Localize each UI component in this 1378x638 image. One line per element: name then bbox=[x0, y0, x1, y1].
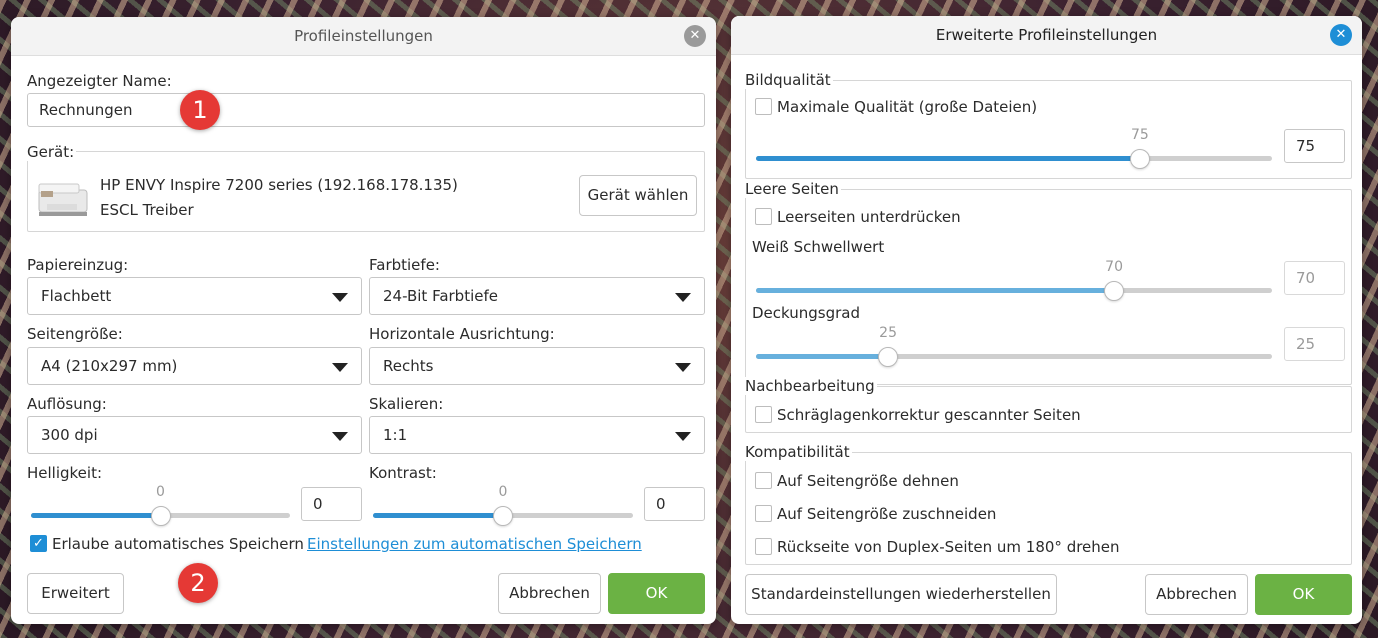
white-threshold-input[interactable]: 70 bbox=[1284, 261, 1345, 295]
contrast-slider-value: 0 bbox=[498, 484, 508, 500]
align-select-value: Rechts bbox=[383, 357, 434, 375]
chevron-down-icon bbox=[332, 432, 348, 441]
scale-label: Skalieren: bbox=[369, 395, 444, 413]
chevron-down-icon bbox=[675, 363, 691, 372]
close-icon[interactable]: ✕ bbox=[684, 25, 706, 47]
autosave-settings-link[interactable]: Einstellungen zum automatischen Speicher… bbox=[307, 535, 642, 553]
white-threshold-label: Weiß Schwellwert bbox=[752, 238, 885, 256]
device-label: Gerät: bbox=[25, 143, 77, 161]
suppress-blank-checkbox[interactable] bbox=[755, 208, 772, 225]
quality-slider-value: 75 bbox=[1130, 127, 1149, 143]
name-label: Angezeigter Name: bbox=[27, 72, 172, 90]
dialog-title: Profileinstellungen bbox=[294, 27, 433, 45]
brightness-label: Helligkeit: bbox=[27, 464, 103, 482]
paper-select-value: Flachbett bbox=[41, 287, 112, 305]
stretch-checkbox[interactable] bbox=[755, 472, 772, 489]
titlebar: Erweiterte Profileinstellungen ✕ bbox=[731, 16, 1362, 55]
align-label: Horizontale Ausrichtung: bbox=[369, 325, 555, 343]
resolution-select-value: 300 dpi bbox=[41, 426, 98, 444]
brightness-slider[interactable]: 0 bbox=[31, 484, 290, 526]
cancel-button[interactable]: Abbrechen bbox=[498, 573, 601, 614]
titlebar: Profileinstellungen ✕ bbox=[11, 17, 716, 56]
contrast-input[interactable]: 0 bbox=[644, 487, 705, 521]
dialog-title: Erweiterte Profileinstellungen bbox=[935, 26, 1158, 44]
deskew-label: Schräglagenkorrektur gescannter Seiten bbox=[777, 406, 1081, 424]
color-select-value: 24-Bit Farbtiefe bbox=[383, 287, 498, 305]
reset-defaults-button[interactable]: Standardeinstellungen wiederherstellen bbox=[745, 574, 1057, 615]
rotate-duplex-label: Rückseite von Duplex-Seiten um 180° dreh… bbox=[777, 538, 1120, 556]
profile-settings-dialog: Profileinstellungen ✕ Angezeigter Name: … bbox=[11, 17, 716, 624]
paper-select[interactable]: Flachbett bbox=[27, 277, 362, 315]
quality-input[interactable]: 75 bbox=[1284, 129, 1345, 163]
crop-checkbox[interactable] bbox=[755, 505, 772, 522]
quality-slider[interactable]: 75 bbox=[756, 127, 1272, 169]
coverage-slider-value: 25 bbox=[879, 325, 897, 341]
brightness-input[interactable]: 0 bbox=[301, 487, 362, 521]
chevron-down-icon bbox=[332, 363, 348, 372]
slider-handle[interactable] bbox=[1104, 281, 1125, 301]
device-driver: ESCL Treiber bbox=[100, 201, 194, 219]
printer-icon bbox=[38, 183, 88, 216]
white-threshold-slider[interactable]: 70 bbox=[756, 259, 1272, 301]
paper-label: Papiereinzug: bbox=[27, 256, 129, 274]
resolution-label: Auflösung: bbox=[27, 395, 107, 413]
ok-button[interactable]: OK bbox=[608, 573, 705, 614]
autosave-label: Erlaube automatisches Speichern bbox=[52, 535, 304, 553]
compatibility-title: Kompatibilität bbox=[743, 443, 852, 461]
chevron-down-icon bbox=[332, 293, 348, 302]
scale-select[interactable]: 1:1 bbox=[369, 416, 705, 454]
annotation-marker-1: 1 bbox=[180, 90, 220, 130]
device-name: HP ENVY Inspire 7200 series (192.168.178… bbox=[100, 176, 458, 194]
annotation-marker-2: 2 bbox=[178, 563, 218, 603]
color-label: Farbtiefe: bbox=[369, 256, 440, 274]
rotate-duplex-checkbox[interactable] bbox=[755, 538, 772, 555]
choose-device-button[interactable]: Gerät wählen bbox=[579, 175, 697, 216]
slider-handle[interactable] bbox=[878, 347, 899, 367]
autosave-checkbox[interactable]: ✓ bbox=[30, 535, 47, 552]
name-input[interactable]: Rechnungen bbox=[27, 93, 705, 127]
white-threshold-slider-value: 70 bbox=[1105, 259, 1123, 275]
scale-select-value: 1:1 bbox=[383, 426, 408, 444]
blank-pages-title: Leere Seiten bbox=[743, 180, 841, 198]
advanced-profile-settings-dialog: Erweiterte Profileinstellungen ✕ Bildqua… bbox=[731, 16, 1362, 624]
size-label: Seitengröße: bbox=[27, 325, 123, 343]
coverage-input[interactable]: 25 bbox=[1284, 327, 1345, 361]
deskew-checkbox[interactable] bbox=[755, 406, 772, 423]
slider-handle[interactable] bbox=[493, 506, 513, 526]
contrast-slider[interactable]: 0 bbox=[373, 484, 633, 526]
advanced-button[interactable]: Erweitert bbox=[27, 573, 124, 614]
cancel-button[interactable]: Abbrechen bbox=[1145, 574, 1248, 615]
coverage-label: Deckungsgrad bbox=[752, 304, 861, 322]
close-icon[interactable]: ✕ bbox=[1330, 24, 1352, 46]
post-processing-title: Nachbearbeitung bbox=[743, 377, 877, 395]
suppress-blank-label: Leerseiten unterdrücken bbox=[777, 208, 961, 226]
slider-handle[interactable] bbox=[1129, 149, 1150, 169]
chevron-down-icon bbox=[675, 432, 691, 441]
size-select-value: A4 (210x297 mm) bbox=[41, 357, 178, 375]
ok-button[interactable]: OK bbox=[1255, 574, 1352, 615]
resolution-select[interactable]: 300 dpi bbox=[27, 416, 362, 454]
chevron-down-icon bbox=[675, 293, 691, 302]
max-quality-checkbox[interactable] bbox=[755, 98, 772, 115]
slider-handle[interactable] bbox=[150, 506, 171, 526]
image-quality-title: Bildqualität bbox=[743, 71, 833, 89]
align-select[interactable]: Rechts bbox=[369, 347, 705, 385]
max-quality-label: Maximale Qualität (große Dateien) bbox=[777, 98, 1038, 116]
size-select[interactable]: A4 (210x297 mm) bbox=[27, 347, 362, 385]
contrast-label: Kontrast: bbox=[369, 464, 437, 482]
coverage-slider[interactable]: 25 bbox=[756, 325, 1272, 367]
crop-label: Auf Seitengröße zuschneiden bbox=[777, 505, 997, 523]
stretch-label: Auf Seitengröße dehnen bbox=[777, 472, 959, 490]
brightness-slider-value: 0 bbox=[156, 484, 165, 500]
color-select[interactable]: 24-Bit Farbtiefe bbox=[369, 277, 705, 315]
